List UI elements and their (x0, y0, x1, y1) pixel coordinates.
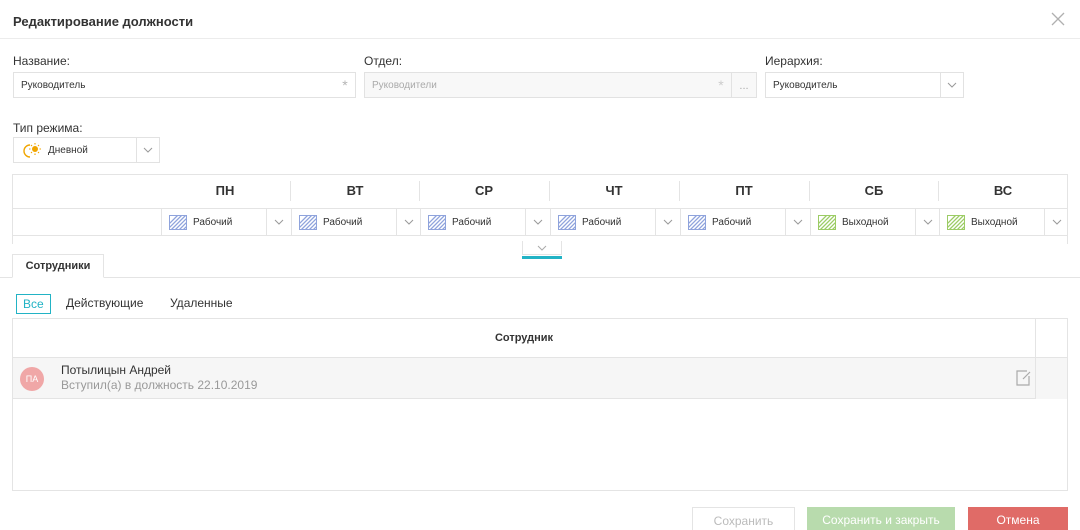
chevron-down-icon[interactable] (525, 209, 549, 235)
day-off-swatch-icon (947, 214, 965, 230)
chevron-down-icon[interactable] (396, 209, 420, 235)
chevron-down-icon[interactable] (785, 209, 809, 235)
filter-deleted[interactable]: Удаленные (170, 294, 233, 314)
employees-table: Сотрудник ПА Потылицын Андрей Вступил(а)… (12, 318, 1068, 491)
day-type-value: Рабочий (193, 216, 233, 228)
day-type-value: Рабочий (712, 216, 752, 228)
day-type-select-7[interactable]: Выходной (939, 209, 1068, 235)
employee-name[interactable]: Потылицын Андрей (61, 363, 171, 377)
name-value: Руководитель (21, 79, 86, 91)
day-type-value: Выходной (971, 216, 1018, 228)
day-type-select-1[interactable]: Рабочий (161, 209, 290, 235)
day-type-select-4[interactable]: Рабочий (550, 209, 679, 235)
day-separator (938, 181, 939, 201)
work-day-swatch-icon (299, 214, 317, 230)
day-separator (419, 181, 420, 201)
work-day-swatch-icon (428, 214, 446, 230)
employee-column-header[interactable]: Сотрудник (13, 319, 1035, 358)
chevron-down-icon[interactable] (915, 209, 939, 235)
collapse-handle[interactable] (522, 241, 562, 255)
edit-icon[interactable] (1015, 369, 1031, 387)
day-header-2: ВТ (346, 183, 364, 198)
work-day-swatch-icon (558, 214, 576, 230)
required-icon: * (718, 77, 724, 93)
cancel-button[interactable]: Отмена (968, 507, 1068, 530)
day-header-1: ПН (215, 183, 235, 198)
chevron-down-icon[interactable] (940, 73, 963, 97)
day-type-select-5[interactable]: Рабочий (680, 209, 809, 235)
hierarchy-label: Иерархия: (765, 54, 823, 68)
day-separator (290, 181, 291, 201)
day-header-6: СБ (864, 183, 884, 198)
collapse-bar (522, 256, 562, 259)
day-separator (809, 181, 810, 201)
day-type-select-6[interactable]: Выходной (810, 209, 939, 235)
required-icon: * (342, 77, 348, 93)
work-day-swatch-icon (169, 214, 187, 230)
day-type-select-3[interactable]: Рабочий (420, 209, 549, 235)
dept-label: Отдел: (364, 54, 403, 68)
day-separator (679, 181, 680, 201)
day-off-swatch-icon (818, 214, 836, 230)
day-header-4: ЧТ (605, 183, 623, 198)
mode-value: Дневной (48, 144, 88, 156)
sun-clock-icon (23, 143, 41, 158)
day-header-5: ПТ (735, 183, 753, 198)
tabs-divider (0, 277, 1080, 278)
filter-all[interactable]: Все (16, 294, 51, 314)
dialog-title: Редактирование должности (13, 14, 194, 29)
mode-label: Тип режима: (13, 121, 83, 135)
hierarchy-select[interactable]: Руководитель (765, 72, 964, 98)
filter-active[interactable]: Действующие (66, 294, 143, 314)
save-button[interactable]: Сохранить (692, 507, 795, 530)
day-type-value: Выходной (842, 216, 889, 228)
chevron-down-icon[interactable] (266, 209, 290, 235)
employee-subtitle: Вступил(а) в должность 22.10.2019 (61, 378, 258, 392)
day-type-value: Рабочий (582, 216, 622, 228)
chevron-down-icon[interactable] (136, 138, 159, 162)
chevron-down-icon (537, 245, 547, 251)
day-type-value: Рабочий (323, 216, 363, 228)
tab-employees[interactable]: Сотрудники (12, 254, 104, 278)
table-row-actions (1035, 358, 1067, 399)
table-row[interactable]: ПА Потылицын Андрей Вступил(а) в должнос… (13, 358, 1067, 399)
work-day-swatch-icon (688, 214, 706, 230)
dept-placeholder: Руководители (372, 79, 437, 91)
actions-column-header (1035, 319, 1067, 358)
name-field[interactable]: Руководитель * (13, 72, 356, 98)
chevron-down-icon[interactable] (1044, 209, 1068, 235)
more-button[interactable]: ... (731, 73, 756, 97)
close-icon[interactable] (1048, 9, 1068, 29)
save-and-close-button[interactable]: Сохранить и закрыть (807, 507, 955, 530)
hierarchy-value: Руководитель (773, 79, 838, 91)
day-header-7: ВС (993, 183, 1013, 198)
name-label: Название: (13, 54, 70, 68)
mode-select[interactable]: Дневной (13, 137, 160, 163)
dept-field[interactable]: Руководители * ... (364, 72, 757, 98)
header-divider (0, 38, 1080, 39)
day-type-select-2[interactable]: Рабочий (291, 209, 420, 235)
day-separator (549, 181, 550, 201)
day-type-value: Рабочий (452, 216, 492, 228)
day-header-3: СР (474, 183, 494, 198)
avatar: ПА (20, 367, 44, 391)
chevron-down-icon[interactable] (655, 209, 679, 235)
